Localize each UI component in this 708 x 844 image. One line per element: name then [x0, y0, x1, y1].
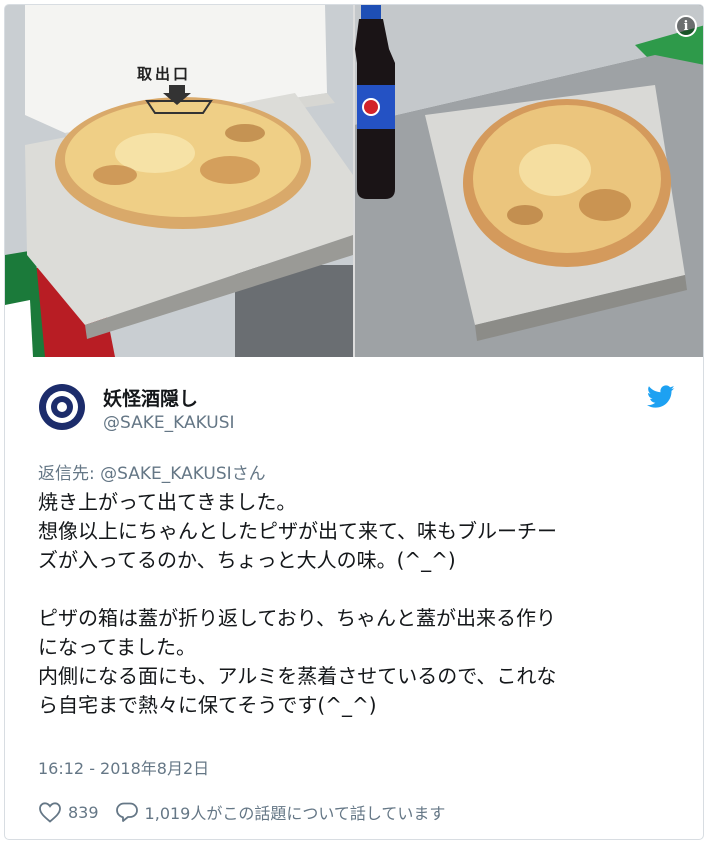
tweet-blank-line: [38, 575, 678, 604]
reply-conversation-button[interactable]: 1,019人がこの話題について話しています: [115, 800, 446, 824]
reply-to-prefix: 返信先:: [38, 464, 101, 484]
heart-icon: [39, 802, 61, 823]
tweet-line: 内側になる面にも、アルミを蒸着させているので、これな: [38, 664, 557, 688]
reply-to-suffix: さん: [231, 464, 266, 484]
info-icon[interactable]: i: [675, 15, 697, 37]
reply-bubble-icon: [115, 802, 138, 822]
tweet-line: ら自宅まで熱々に保てそうです(^_^): [38, 693, 377, 717]
like-count: 839: [68, 802, 99, 822]
slot-stamp-text: 取出口: [137, 65, 191, 83]
tweet-line: ピザの箱は蓋が折り返しており、ちゃんと蓋が出来る作り: [38, 606, 556, 630]
display-name[interactable]: 妖怪酒隠し: [103, 384, 198, 411]
reply-to-handle-link[interactable]: @SAKE_KAKUSI: [100, 464, 232, 484]
target-avatar-icon[interactable]: [38, 383, 86, 431]
pizza-box-in-vending-slot-photo[interactable]: 取出口: [5, 5, 353, 357]
tweet-line: 想像以上にちゃんとしたピザが出て来て、味もブルーチー: [38, 519, 557, 543]
tweet-body: 妖怪酒隠し @SAKE_KAKUSI 返信先: @SAKE_KAKUSIさん 焼…: [5, 357, 703, 839]
tweet-text: 焼き上がって出てきました。 想像以上にちゃんとしたピザが出て来て、味もブルーチー…: [38, 488, 678, 720]
like-button[interactable]: 839: [38, 801, 99, 823]
tweet-line: になってました。: [38, 635, 196, 659]
tweet-media[interactable]: 取出口 i: [5, 5, 703, 357]
twitter-bird-icon[interactable]: [647, 385, 675, 409]
reply-to-line: 返信先: @SAKE_KAKUSIさん: [38, 459, 266, 484]
pizza-on-counter-with-cola-photo[interactable]: [355, 5, 703, 357]
conversation-text: 1,019人がこの話題について話しています: [144, 804, 446, 823]
user-handle[interactable]: @SAKE_KAKUSI: [103, 413, 235, 433]
tweet-line: ズが入ってるのか、ちょっと大人の味。(^_^): [38, 548, 456, 572]
tweet-actions: 839 1,019人がこの話題について話しています: [38, 800, 445, 824]
tweet-timestamp[interactable]: 16:12 - 2018年8月2日: [38, 755, 209, 779]
tweet-line: 焼き上がって出てきました。: [38, 490, 297, 514]
embedded-tweet-card: 取出口 i 妖怪酒隠し @SAKE_KAKUSI 返信先: @SAKE_KAKU…: [4, 4, 704, 840]
